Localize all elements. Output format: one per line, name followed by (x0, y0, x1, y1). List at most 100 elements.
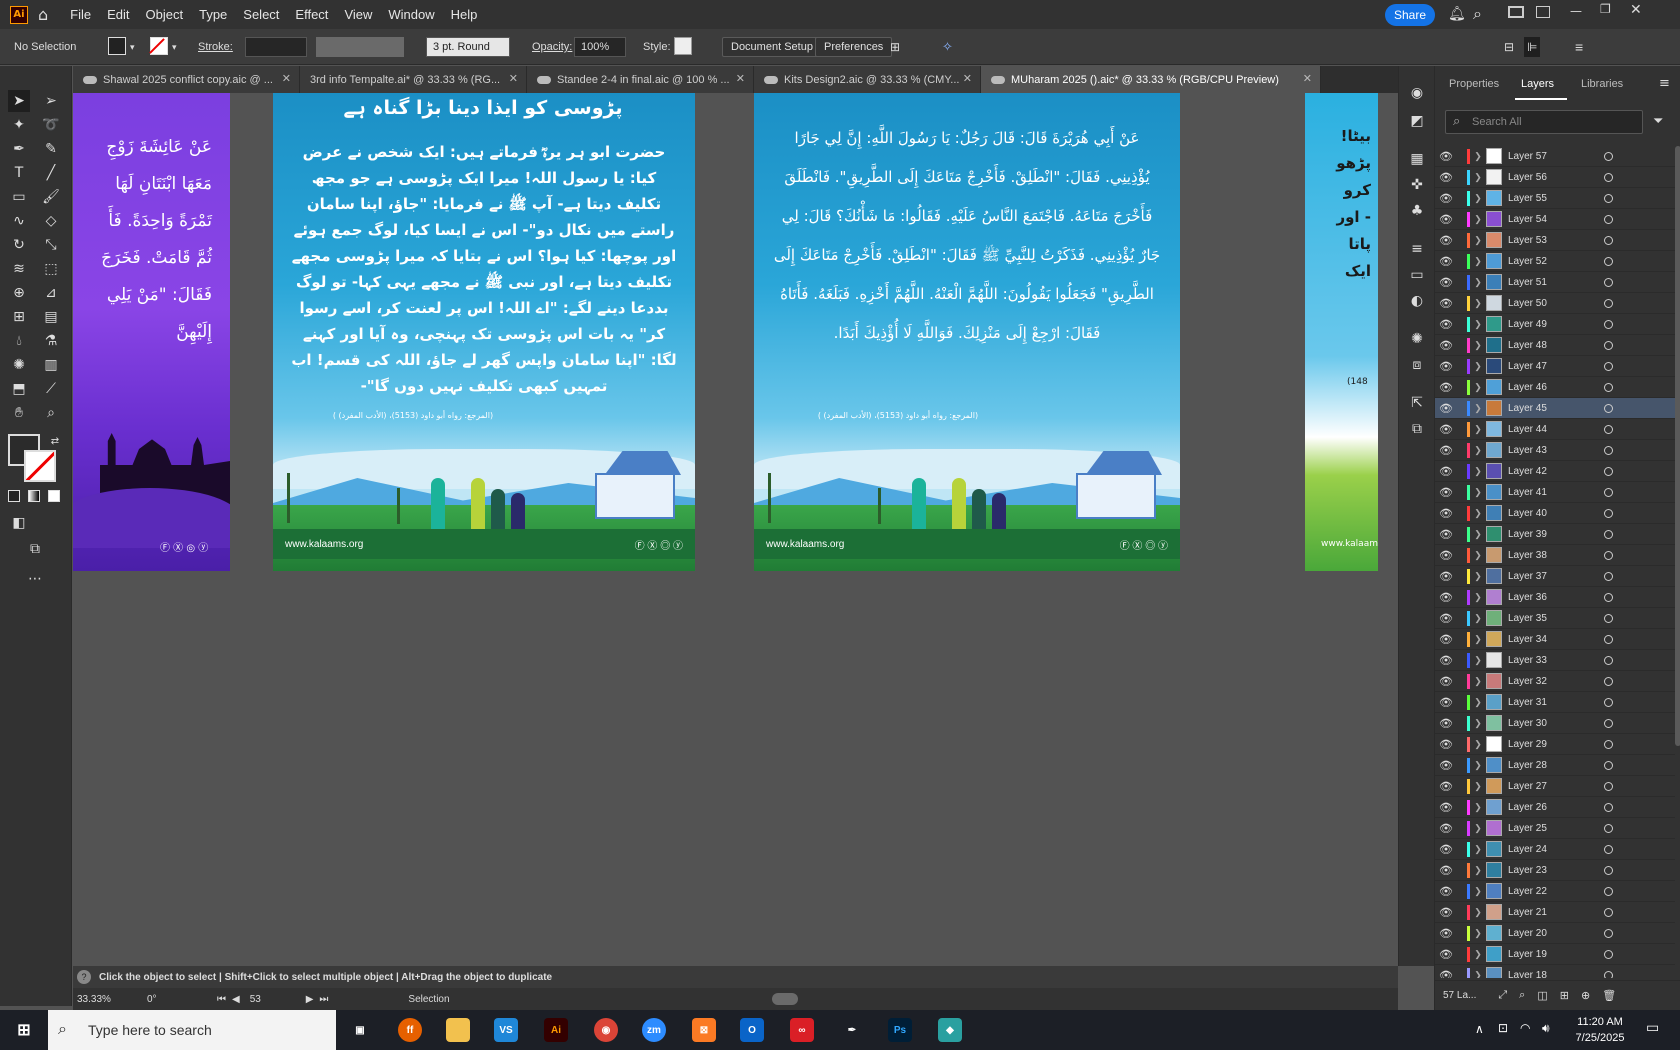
expand-chevron-icon[interactable]: ❯ (1470, 361, 1486, 372)
layer-name[interactable]: Layer 25 (1508, 823, 1594, 834)
hand-tool-icon[interactable]: ✋︎ (8, 402, 30, 424)
direct-selection-tool-icon[interactable]: ➢ (40, 90, 62, 112)
tab-shawal[interactable]: Shawal 2025 conflict copy.aic @ ... ✕ (73, 66, 300, 93)
target-circle-icon[interactable] (1604, 256, 1613, 266)
target-circle-icon[interactable] (1604, 466, 1613, 476)
opacity-input[interactable]: 100% (574, 37, 626, 57)
prev-artboard-icon[interactable]: ◀ (232, 994, 240, 1005)
file-explorer-icon[interactable] (446, 1018, 470, 1042)
layer-name[interactable]: Layer 45 (1508, 403, 1594, 414)
layer-row[interactable]: 👁︎ ❯ Layer 21 (1435, 902, 1675, 923)
tab-muharam[interactable]: MUharam 2025 ().aic* @ 33.33 % (RGB/CPU … (981, 66, 1321, 93)
swatches-icon[interactable]: ▦ (1406, 148, 1428, 170)
layer-name[interactable]: Layer 54 (1508, 214, 1594, 225)
target-circle-icon[interactable] (1604, 382, 1613, 392)
new-layer-icon[interactable]: ⊕ (1581, 989, 1590, 1002)
target-circle-icon[interactable] (1604, 676, 1613, 686)
layer-row[interactable]: 👁︎ ❯ Layer 37 (1435, 566, 1675, 587)
target-circle-icon[interactable] (1604, 739, 1613, 749)
layer-row[interactable]: 👁︎ ❯ Layer 52 (1435, 251, 1675, 272)
layer-row[interactable]: 👁︎ ❯ Layer 27 (1435, 776, 1675, 797)
horizontal-scroll-thumb[interactable] (771, 993, 798, 1005)
layer-name[interactable]: Layer 41 (1508, 487, 1594, 498)
expand-chevron-icon[interactable]: ❯ (1470, 319, 1486, 330)
layer-name[interactable]: Layer 38 (1508, 550, 1594, 561)
layer-name[interactable]: Layer 51 (1508, 277, 1594, 288)
layer-row[interactable]: 👁︎ ❯ Layer 53 (1435, 230, 1675, 251)
expand-chevron-icon[interactable]: ❯ (1470, 697, 1486, 708)
visibility-eye-icon[interactable]: 👁︎ (1435, 612, 1457, 625)
artboards-panel-icon[interactable]: ⧉ (1406, 418, 1428, 440)
variable-width-field[interactable] (316, 37, 404, 57)
menu-window[interactable]: Window (380, 7, 442, 22)
layer-name[interactable]: Layer 50 (1508, 298, 1594, 309)
layer-row[interactable]: 👁︎ ❯ Layer 56 (1435, 167, 1675, 188)
expand-chevron-icon[interactable]: ❯ (1470, 823, 1486, 834)
slice-tool-icon[interactable]: ⟋ (40, 378, 62, 400)
clock[interactable]: 11:20 AM 7/25/2025 (1565, 1014, 1635, 1046)
visibility-eye-icon[interactable]: 👁︎ (1435, 486, 1457, 499)
rectangle-tool-icon[interactable]: ▭ (8, 186, 30, 208)
target-circle-icon[interactable] (1604, 823, 1613, 833)
make-clip-mask-icon[interactable]: ◫ (1537, 989, 1547, 1002)
wifi-icon[interactable]: ◠ (1520, 1021, 1530, 1035)
volume-icon[interactable]: 🔊︎ (1542, 1021, 1550, 1036)
target-circle-icon[interactable] (1604, 172, 1613, 182)
bell-icon[interactable]: 🔔︎ (1448, 6, 1466, 22)
document-setup-button[interactable]: Document Setup (722, 37, 822, 57)
layer-row[interactable]: 👁︎ ❯ Layer 51 (1435, 272, 1675, 293)
target-circle-icon[interactable] (1604, 781, 1613, 791)
first-artboard-icon[interactable]: ⏮ (217, 994, 226, 1005)
target-circle-icon[interactable] (1604, 718, 1613, 728)
expand-chevron-icon[interactable]: ❯ (1470, 214, 1486, 225)
expand-chevron-icon[interactable]: ❯ (1470, 865, 1486, 876)
expand-chevron-icon[interactable]: ❯ (1470, 382, 1486, 393)
visibility-eye-icon[interactable]: 👁︎ (1435, 318, 1457, 331)
target-circle-icon[interactable] (1604, 571, 1613, 581)
target-circle-icon[interactable] (1604, 403, 1613, 413)
eraser-icon[interactable]: ◇ (40, 210, 62, 232)
expand-chevron-icon[interactable]: ❯ (1470, 655, 1486, 666)
layer-name[interactable]: Layer 20 (1508, 928, 1594, 939)
color-mode-icon[interactable] (8, 490, 20, 502)
layer-name[interactable]: Layer 31 (1508, 697, 1594, 708)
target-circle-icon[interactable] (1604, 529, 1613, 539)
illustrator-taskbar-icon[interactable]: Ai (544, 1018, 568, 1042)
taskbar-search-input[interactable]: Type here to search (48, 1010, 336, 1050)
layer-name[interactable]: Layer 46 (1508, 382, 1594, 393)
layer-row[interactable]: 👁︎ ❯ Layer 45 (1435, 398, 1675, 419)
layer-row[interactable]: 👁︎ ❯ Layer 26 (1435, 797, 1675, 818)
layer-row[interactable]: 👁︎ ❯ Layer 28 (1435, 755, 1675, 776)
layer-row[interactable]: 👁︎ ❯ Layer 34 (1435, 629, 1675, 650)
layer-row[interactable]: 👁︎ ❯ Layer 44 (1435, 419, 1675, 440)
target-circle-icon[interactable] (1604, 319, 1613, 329)
target-circle-icon[interactable] (1604, 361, 1613, 371)
target-circle-icon[interactable] (1604, 193, 1613, 203)
column-graph-icon[interactable]: ▥ (40, 354, 62, 376)
graphic-styles-icon[interactable]: ⧈ (1406, 354, 1428, 376)
layer-name[interactable]: Layer 53 (1508, 235, 1594, 246)
artboard-left[interactable]: عَنْ عَائِشَةَ زَوْجِ مَعَهَا ابْنَتَانِ… (73, 93, 230, 571)
layer-row[interactable]: 👁︎ ❯ Layer 36 (1435, 587, 1675, 608)
visibility-eye-icon[interactable]: 👁︎ (1435, 570, 1457, 583)
expand-chevron-icon[interactable]: ❯ (1470, 571, 1486, 582)
layer-name[interactable]: Layer 18 (1508, 970, 1594, 979)
zoom-icon[interactable]: zm (642, 1018, 666, 1042)
photoshop-icon[interactable]: Ps (888, 1018, 912, 1042)
expand-chevron-icon[interactable]: ❯ (1470, 970, 1486, 979)
visibility-eye-icon[interactable]: 👁︎ (1435, 255, 1457, 268)
target-circle-icon[interactable] (1604, 802, 1613, 812)
expand-chevron-icon[interactable]: ❯ (1470, 781, 1486, 792)
expand-chevron-icon[interactable]: ❯ (1470, 172, 1486, 183)
visibility-eye-icon[interactable]: 👁︎ (1435, 339, 1457, 352)
share-button[interactable]: Share (1385, 4, 1435, 26)
layer-row[interactable]: 👁︎ ❯ Layer 54 (1435, 209, 1675, 230)
target-circle-icon[interactable] (1604, 424, 1613, 434)
pen-app-icon[interactable]: ✒ (840, 1018, 864, 1042)
canvas[interactable]: عَنْ عَائِشَةَ زَوْجِ مَعَهَا ابْنَتَانِ… (73, 93, 1378, 966)
layer-name[interactable]: Layer 28 (1508, 760, 1594, 771)
draw-mode-icon[interactable]: ◧ (8, 512, 30, 534)
layer-row[interactable]: 👁︎ ❯ Layer 33 (1435, 650, 1675, 671)
target-circle-icon[interactable] (1604, 928, 1613, 938)
expand-chevron-icon[interactable]: ❯ (1470, 193, 1486, 204)
